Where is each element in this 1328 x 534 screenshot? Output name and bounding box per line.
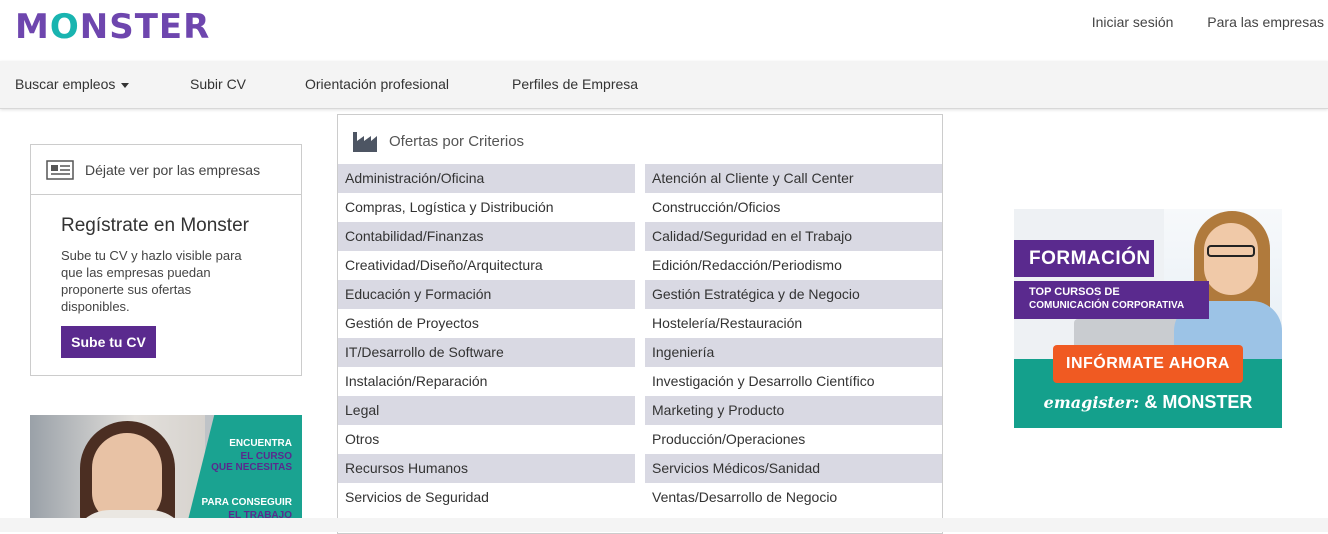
criteria-link[interactable]: Gestión Estratégica y de Negocio (645, 280, 942, 309)
chevron-down-icon (121, 82, 130, 88)
monster-logo[interactable]: MONSTER (15, 8, 210, 46)
criteria-row: Creatividad/Diseño/Arquitectura Edición/R… (338, 251, 942, 280)
criteria-row: IT/Desarrollo de Software Ingeniería (338, 338, 942, 367)
criteria-link[interactable]: Investigación y Desarrollo Científico (645, 367, 942, 396)
criteria-link[interactable]: Atención al Cliente y Call Center (645, 164, 942, 193)
register-card-header-text: Déjate ver por las empresas (85, 162, 261, 178)
banner-line-4: PARA CONSEGUIR (201, 497, 292, 508)
criteria-link[interactable]: Servicios de Seguridad (338, 483, 635, 512)
criteria-link[interactable]: Hostelería/Restauración (645, 309, 942, 338)
criteria-link[interactable]: Marketing y Producto (645, 396, 942, 425)
criteria-grid: Administración/Oficina Atención al Client… (338, 164, 942, 512)
criteria-link[interactable]: Instalación/Reparación (338, 367, 635, 396)
criteria-panel: Ofertas por Criterios Administración/Ofi… (337, 114, 943, 534)
criteria-row: Otros Producción/Operaciones (338, 425, 942, 454)
criteria-link[interactable]: Edición/Redacción/Periodismo (645, 251, 942, 280)
ad-top-line-2: COMUNICACIÓN CORPORATIVA (1029, 300, 1185, 311)
ad-brands: emagister: & MONSTER (1014, 392, 1282, 413)
criteria-title: Ofertas por Criterios (389, 133, 525, 150)
nav-perfiles-empresa[interactable]: Perfiles de Empresa (512, 76, 638, 92)
criteria-row: Compras, Logística y Distribución Constru… (338, 193, 942, 222)
ad-brand-emagister: emagister: (1043, 393, 1140, 412)
criteria-link[interactable]: Administración/Oficina (338, 164, 635, 193)
newspaper-icon (46, 160, 74, 180)
login-link[interactable]: Iniciar sesión (1092, 14, 1174, 30)
criteria-link[interactable]: Otros (338, 425, 635, 454)
criteria-link[interactable]: Educación y Formación (338, 280, 635, 309)
course-banner[interactable]: ENCUENTRA EL CURSO QUE NECESITAS PARA CO… (30, 415, 302, 532)
ad-person-face (1204, 223, 1258, 295)
criteria-link[interactable]: IT/Desarrollo de Software (338, 338, 635, 367)
nav-buscar-empleos[interactable]: Buscar empleos (15, 76, 130, 92)
criteria-link[interactable]: Construcción/Oficios (645, 193, 942, 222)
criteria-row: Instalación/Reparación Investigación y De… (338, 367, 942, 396)
criteria-link[interactable]: Compras, Logística y Distribución (338, 193, 635, 222)
register-title: Regístrate en Monster (61, 215, 249, 236)
criteria-link[interactable]: Producción/Operaciones (645, 425, 942, 454)
emagister-ad[interactable]: FORMACIÓN TOP CURSOS DE COMUNICACIÓN CORP… (1014, 209, 1282, 428)
ad-formacion: FORMACIÓN (1014, 240, 1154, 277)
criteria-row: Recursos Humanos Servicios Médicos/Sanida… (338, 454, 942, 483)
criteria-link[interactable]: Gestión de Proyectos (338, 309, 635, 338)
criteria-row: Legal Marketing y Producto (338, 396, 942, 425)
nav-orientacion[interactable]: Orientación profesional (305, 76, 449, 92)
register-card: Déjate ver por las empresas Regístrate e… (30, 144, 302, 376)
criteria-link[interactable]: Recursos Humanos (338, 454, 635, 483)
criteria-row: Educación y Formación Gestión Estratégica… (338, 280, 942, 309)
main-nav: Buscar empleos Subir CV Orientación prof… (0, 61, 1328, 109)
criteria-link[interactable]: Servicios Médicos/Sanidad (645, 454, 942, 483)
criteria-row: Contabilidad/Finanzas Calidad/Seguridad e… (338, 222, 942, 251)
nav-subir-cv[interactable]: Subir CV (190, 76, 246, 92)
register-text: Sube tu CV y hazlo visible para que las … (61, 248, 242, 314)
criteria-link[interactable]: Contabilidad/Finanzas (338, 222, 635, 251)
criteria-link[interactable]: Ingeniería (645, 338, 942, 367)
banner-line-3: QUE NECESITAS (211, 462, 292, 473)
upload-cv-button[interactable]: Sube tu CV (61, 326, 156, 358)
factory-icon (353, 132, 377, 152)
criteria-link[interactable]: Ventas/Desarrollo de Negocio (645, 483, 942, 512)
criteria-link[interactable]: Calidad/Seguridad en el Trabajo (645, 222, 942, 251)
ad-top-line-1: TOP CURSOS DE (1029, 286, 1120, 298)
criteria-link[interactable]: Creatividad/Diseño/Arquitectura (338, 251, 635, 280)
register-card-header: Déjate ver por las empresas (31, 145, 301, 195)
page-bottom-strip (0, 518, 1328, 532)
criteria-row: Servicios de Seguridad Ventas/Desarrollo … (338, 483, 942, 512)
criteria-row: Gestión de Proyectos Hostelería/Restaurac… (338, 309, 942, 338)
ad-brand-monster: & MONSTER (1144, 392, 1253, 412)
ad-person-glasses (1207, 245, 1255, 257)
ad-top-cursos: TOP CURSOS DE COMUNICACIÓN CORPORATIVA (1014, 281, 1209, 319)
criteria-row: Administración/Oficina Atención al Client… (338, 164, 942, 193)
criteria-link[interactable]: Legal (338, 396, 635, 425)
companies-link[interactable]: Para las empresas (1207, 14, 1324, 30)
top-links: Iniciar sesión Para las empresas (1062, 14, 1324, 30)
banner-line-1: ENCUENTRA (229, 438, 292, 449)
ad-informate-button[interactable]: INFÓRMATE AHORA (1053, 345, 1243, 383)
header: MONSTER Iniciar sesión Para las empresas (0, 0, 1328, 61)
